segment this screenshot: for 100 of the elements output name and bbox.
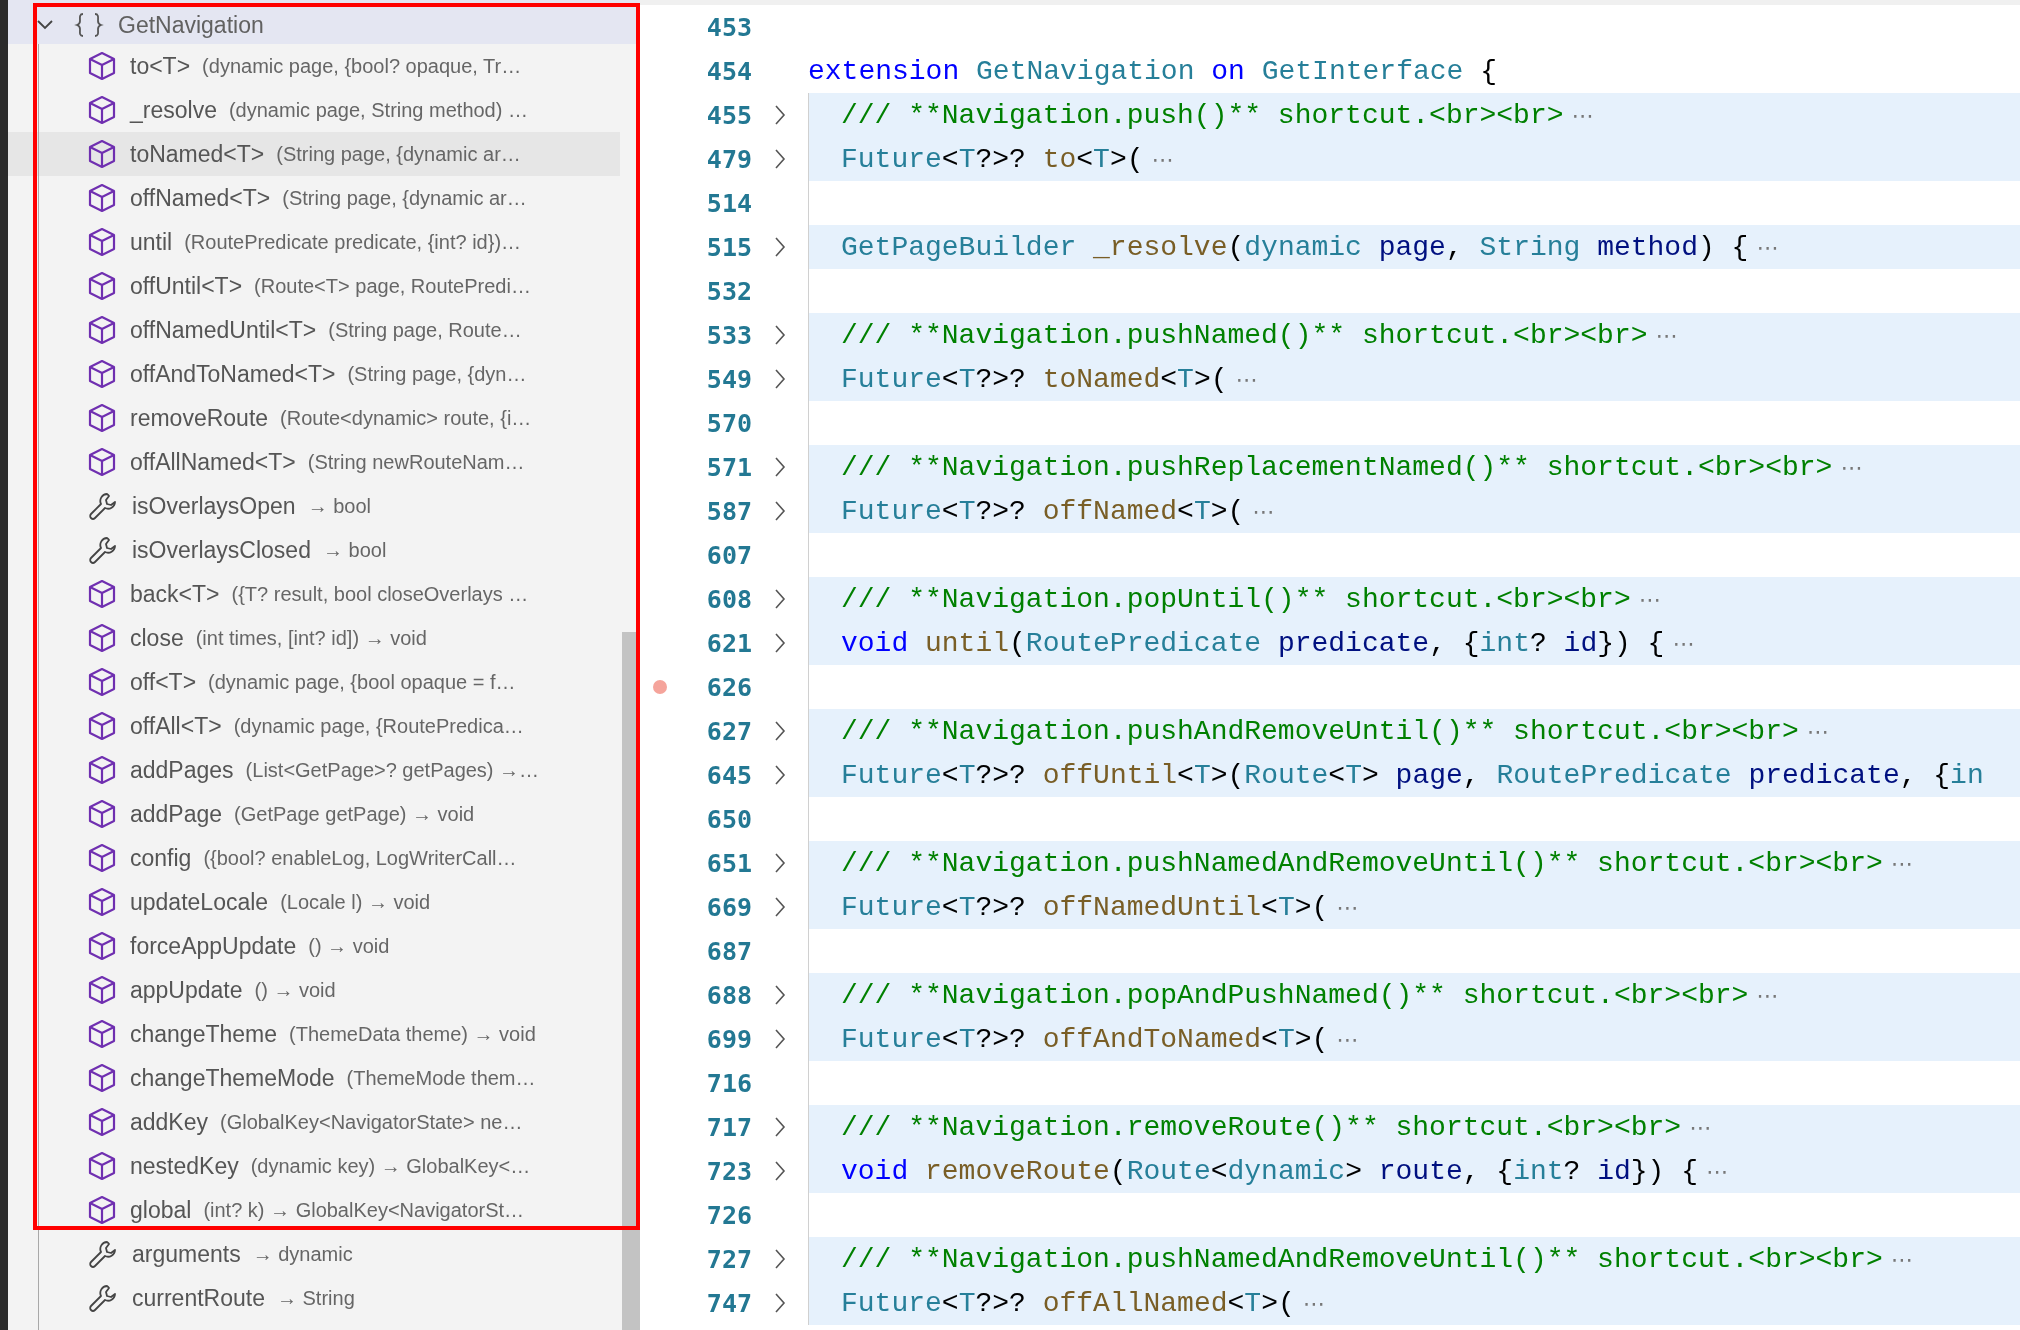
code-line: Future<T?>? to<T>( [841,143,1144,175]
outline-item[interactable]: offAllNamed<T> (String newRouteNam… [8,440,620,484]
wrench-icon [88,491,118,521]
cube-icon [88,51,116,81]
chevron-right-icon[interactable] [773,896,787,918]
chevron-right-icon[interactable] [773,632,787,654]
chevron-right-icon[interactable] [773,148,787,170]
line-number: 514 [705,188,752,218]
chevron-right-icon[interactable] [773,324,787,346]
outline-item[interactable]: to<T> (dynamic page, {bool? opaque, Tr… [8,44,620,88]
outline-item[interactable]: toNamed<T> (String page, {dynamic ar… [8,132,620,176]
cube-icon [88,183,116,213]
breakpoint-hint-dot[interactable] [653,680,667,694]
outline-item[interactable]: offAndToNamed<T> (String page, {dyn… [8,352,620,396]
chevron-right-icon[interactable] [773,588,787,610]
folded-ellipsis[interactable]: ⋯ [1672,630,1695,656]
folded-ellipsis[interactable]: ⋯ [1302,1290,1325,1316]
outline-item[interactable]: offNamedUntil<T> (String page, Route… [8,308,620,352]
outline-item[interactable]: back<T> ({T? result, bool closeOverlays … [8,572,620,616]
folded-ellipsis[interactable]: ⋯ [1689,1114,1712,1140]
cube-icon [88,1195,116,1225]
folded-ellipsis[interactable]: ⋯ [1571,102,1594,128]
outline-item[interactable]: _resolve (dynamic page, String method) … [8,88,620,132]
cube-icon [88,1151,116,1181]
code-line: void removeRoute(Route<dynamic> route, {int? id}) { [841,1155,1699,1187]
code-line: Future<T?>? offAndToNamed<T>( [841,1023,1329,1055]
outline-item[interactable]: appUpdate () → void [8,968,620,1012]
folded-ellipsis[interactable]: ⋯ [1890,1246,1913,1272]
cube-icon [88,623,116,653]
folded-ellipsis[interactable]: ⋯ [1706,1158,1729,1184]
chevron-right-icon[interactable] [773,236,787,258]
folded-ellipsis[interactable]: ⋯ [1252,498,1275,524]
outline-item[interactable]: offUntil<T> (Route<T> page, RoutePredi… [8,264,620,308]
folded-ellipsis[interactable]: ⋯ [1840,454,1863,480]
folded-ellipsis[interactable]: ⋯ [1336,894,1359,920]
code-line: Future<T?>? offNamed<T>( [841,495,1245,527]
chevron-right-icon[interactable] [773,1292,787,1314]
outline-item[interactable]: changeTheme (ThemeData theme) → void [8,1012,620,1056]
chevron-right-icon[interactable] [773,720,787,742]
outline-item[interactable]: global (int? k) → GlobalKey<NavigatorSt… [8,1188,620,1232]
line-number: 454 [705,56,752,86]
outline-item[interactable]: removeRoute (Route<dynamic> route, {i… [8,396,620,440]
line-number: 608 [705,584,752,614]
outline-item[interactable]: until (RoutePredicate predicate, {int? id})… [8,220,620,264]
cube-icon [88,447,116,477]
folded-ellipsis[interactable]: ⋯ [1151,146,1174,172]
chevron-right-icon[interactable] [773,1116,787,1138]
outline-item[interactable]: offNamed<T> (String page, {dynamic ar… [8,176,620,220]
folded-ellipsis[interactable]: ⋯ [1655,322,1678,348]
chevron-right-icon[interactable] [773,764,787,786]
folded-ellipsis[interactable]: ⋯ [1336,1026,1359,1052]
code-line: void until(RoutePredicate predicate, {int? id}) { [841,627,1665,659]
code-line: /// **Navigation.popUntil()** shortcut.<br><br> [841,583,1631,615]
cube-icon [88,799,116,829]
outline-item[interactable]: nestedKey (dynamic key) → GlobalKey<… [8,1144,620,1188]
folded-ellipsis[interactable]: ⋯ [1638,586,1661,612]
line-number: 747 [705,1288,752,1318]
outline-item[interactable]: addKey (GlobalKey<NavigatorState> ne… [8,1100,620,1144]
outline-item[interactable]: addPage (GetPage getPage) → void [8,792,620,836]
outline-item[interactable]: off<T> (dynamic page, {bool opaque = f… [8,660,620,704]
outline-item[interactable]: addPages (List<GetPage>? getPages) →… [8,748,620,792]
outline-item[interactable]: close (int times, [int? id]) → void [8,616,620,660]
outline-item[interactable]: forceAppUpdate () → void [8,924,620,968]
wrench-icon [88,1239,118,1269]
line-number: 626 [705,672,752,702]
cube-icon [88,711,116,741]
cube-icon [88,359,116,389]
outline-item[interactable]: changeThemeMode (ThemeMode them… [8,1056,620,1100]
outline-item[interactable]: config ({bool? enableLog, LogWriterCall… [8,836,620,880]
outline-item[interactable]: isOverlaysOpen → bool [8,484,620,528]
chevron-right-icon[interactable] [773,1160,787,1182]
code-line: /// **Navigation.removeRoute()** shortcut.<br><br> [841,1111,1682,1143]
outline-item[interactable]: arguments → dynamic [8,1232,620,1276]
folded-ellipsis[interactable]: ⋯ [1806,718,1829,744]
outline-item[interactable]: currentRoute → String [8,1276,620,1320]
outline-item[interactable]: updateLocale (Locale l) → void [8,880,620,924]
code-line: /// **Navigation.pushNamedAndRemoveUntil()** shortcut.<br><br> [841,1243,1883,1275]
code-line: Future<T?>? offAllNamed<T>( [841,1287,1295,1319]
outline-group-item[interactable]: GetNavigation [8,0,640,44]
chevron-right-icon[interactable] [773,984,787,1006]
line-number: 571 [705,452,752,482]
chevron-right-icon[interactable] [773,368,787,390]
folded-ellipsis[interactable]: ⋯ [1890,850,1913,876]
code-line: GetPageBuilder _resolve(dynamic page, String method) { [841,231,1749,263]
folded-ellipsis[interactable]: ⋯ [1235,366,1258,392]
code-line: /// **Navigation.pushAndRemoveUntil()** shortcut.<br><br> [841,715,1799,747]
chevron-right-icon[interactable] [773,1248,787,1270]
chevron-right-icon[interactable] [773,456,787,478]
chevron-right-icon[interactable] [773,500,787,522]
outline-item[interactable]: isOverlaysClosed → bool [8,528,620,572]
chevron-right-icon[interactable] [773,852,787,874]
cube-icon [88,227,116,257]
outline-item[interactable]: offAll<T> (dynamic page, {RoutePredica… [8,704,620,748]
line-number: 669 [705,892,752,922]
cube-icon [88,843,116,873]
code-line: Future<T?>? offUntil<T>(Route<T> page, RoutePredicate predicate, {in [841,759,1984,791]
folded-ellipsis[interactable]: ⋯ [1756,234,1779,260]
folded-ellipsis[interactable]: ⋯ [1756,982,1779,1008]
chevron-right-icon[interactable] [773,104,787,126]
chevron-right-icon[interactable] [773,1028,787,1050]
